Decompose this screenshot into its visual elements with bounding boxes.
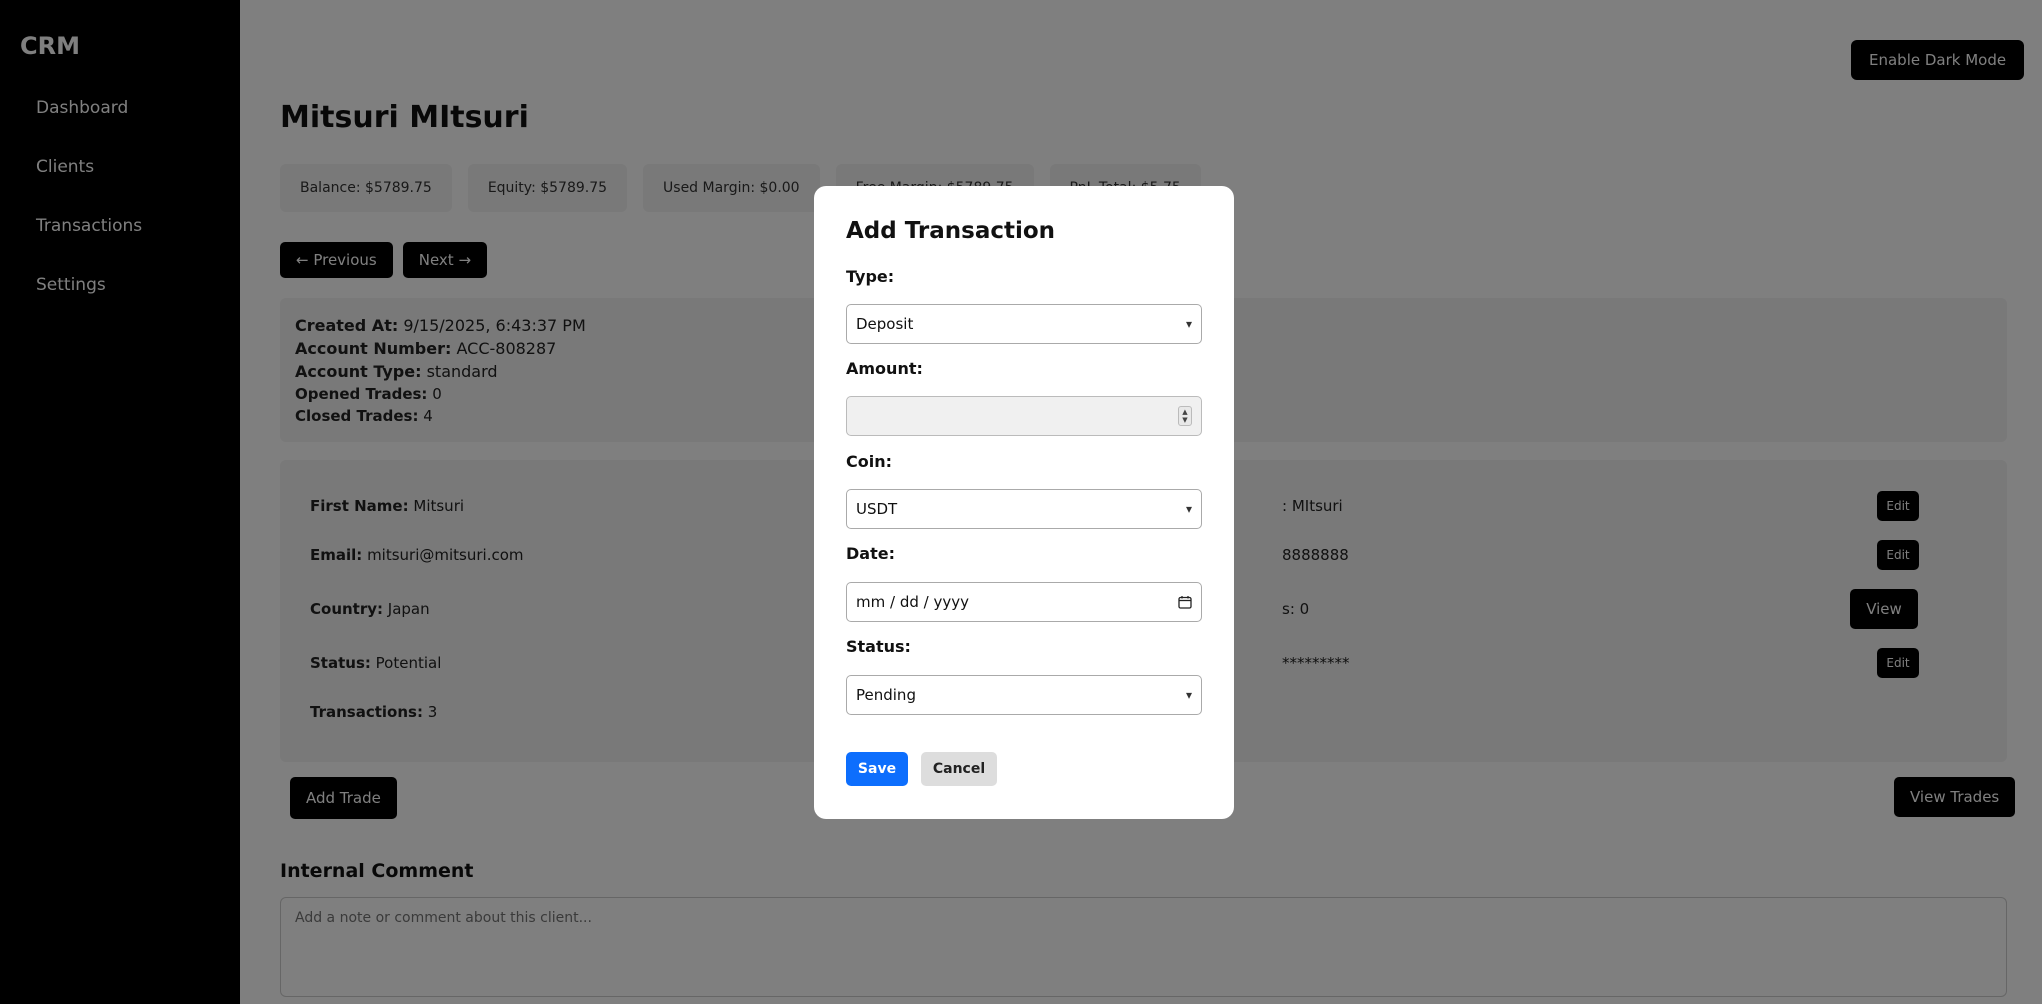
amount-label: Amount: bbox=[846, 359, 923, 378]
add-transaction-modal: Add Transaction Type: Deposit ▾ Amount: … bbox=[814, 186, 1234, 819]
date-input[interactable]: mm / dd / yyyy bbox=[846, 582, 1202, 622]
type-select-value: Deposit bbox=[856, 315, 914, 333]
chevron-down-icon: ▾ bbox=[1185, 317, 1192, 331]
amount-input[interactable]: ▲ ▼ bbox=[846, 396, 1202, 436]
date-label: Date: bbox=[846, 544, 895, 563]
status-select-value: Pending bbox=[856, 686, 916, 704]
coin-label: Coin: bbox=[846, 452, 893, 471]
type-select[interactable]: Deposit ▾ bbox=[846, 304, 1202, 344]
date-placeholder: mm / dd / yyyy bbox=[856, 593, 969, 611]
modal-title: Add Transaction bbox=[846, 218, 1056, 244]
status-label-modal: Status: bbox=[846, 637, 911, 656]
status-select[interactable]: Pending ▾ bbox=[846, 675, 1202, 715]
calendar-icon[interactable] bbox=[1178, 595, 1192, 609]
cancel-button[interactable]: Cancel bbox=[921, 752, 997, 786]
number-spinner-icon[interactable]: ▲ ▼ bbox=[1178, 406, 1192, 426]
chevron-down-icon: ▾ bbox=[1185, 502, 1192, 516]
coin-select[interactable]: USDT ▾ bbox=[846, 489, 1202, 529]
type-label: Type: bbox=[846, 267, 895, 286]
coin-select-value: USDT bbox=[856, 500, 898, 518]
save-button[interactable]: Save bbox=[846, 752, 908, 786]
chevron-down-icon: ▾ bbox=[1185, 688, 1192, 702]
